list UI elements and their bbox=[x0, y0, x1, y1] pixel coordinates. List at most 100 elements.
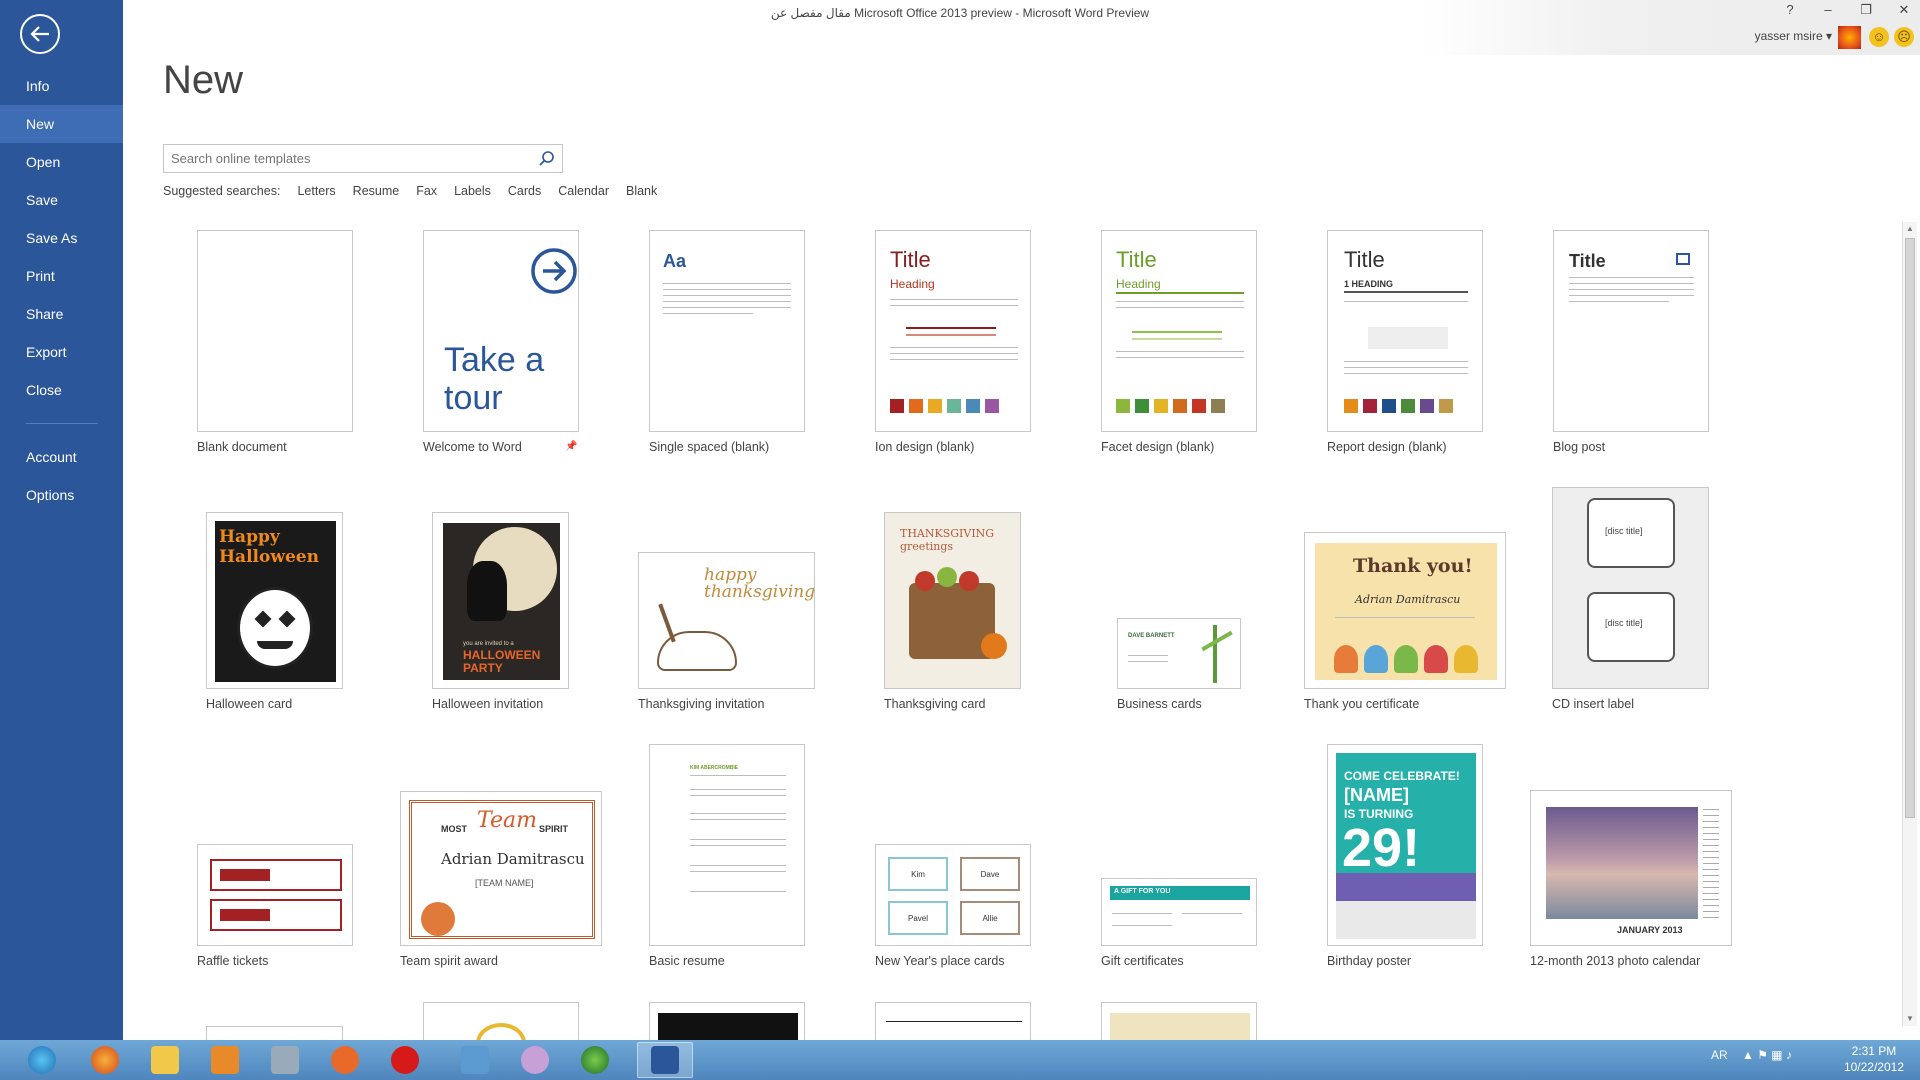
minimize-button[interactable]: – bbox=[1820, 2, 1836, 18]
birthday-come: COME CELEBRATE! bbox=[1344, 769, 1460, 783]
place-card-name: Kim bbox=[911, 869, 925, 879]
system-clock[interactable]: 2:31 PM 10/22/2012 bbox=[1844, 1043, 1904, 1075]
vertical-scrollbar[interactable]: ▲ ▼ bbox=[1902, 222, 1917, 1026]
template-label: New Year's place cards bbox=[875, 954, 1005, 968]
back-arrow-icon[interactable] bbox=[20, 14, 60, 54]
nav-options[interactable]: Options bbox=[0, 476, 123, 514]
place-card-name: Allie bbox=[982, 913, 998, 923]
halloween-text: Happy Halloween bbox=[219, 527, 319, 567]
internet-explorer-icon[interactable] bbox=[14, 1042, 70, 1078]
nav-info[interactable]: Info bbox=[0, 67, 123, 105]
template-thumbnail: Thank you! Adrian Damitrascu bbox=[1304, 532, 1506, 689]
clock-time: 2:31 PM bbox=[1851, 1044, 1897, 1058]
suggest-cards[interactable]: Cards bbox=[508, 184, 541, 198]
scroll-up-icon[interactable]: ▲ bbox=[1905, 223, 1915, 235]
suggested-label: Suggested searches: bbox=[163, 184, 281, 198]
globe-icon[interactable] bbox=[567, 1042, 623, 1078]
record-icon[interactable] bbox=[317, 1042, 373, 1078]
suggest-resume[interactable]: Resume bbox=[353, 184, 400, 198]
send-frown-icon[interactable]: ☹ bbox=[1894, 27, 1914, 47]
template-thumbnail: COME CELEBRATE! [NAME] IS TURNING 29! bbox=[1327, 744, 1483, 946]
invite-text-2: HALLOWEEN PARTY bbox=[463, 648, 541, 675]
nav-account[interactable]: Account bbox=[0, 438, 123, 476]
pin-icon[interactable]: 📌 bbox=[565, 441, 577, 452]
nav-open[interactable]: Open bbox=[0, 143, 123, 181]
search-icon[interactable] bbox=[538, 150, 556, 168]
template-thumbnail-partial[interactable] bbox=[649, 1002, 805, 1040]
tour-text: Take a tour bbox=[444, 341, 545, 417]
media-player-icon[interactable] bbox=[197, 1042, 253, 1078]
award-name: Adrian Damitrascu bbox=[441, 850, 585, 868]
nav-new[interactable]: New bbox=[0, 105, 123, 143]
firefox-icon[interactable] bbox=[77, 1042, 133, 1078]
disc-title-2: [disc title] bbox=[1605, 618, 1643, 628]
template-thumbnail: JANUARY 2013 bbox=[1530, 790, 1732, 946]
template-thumbnail-partial[interactable] bbox=[875, 1002, 1031, 1040]
calendar-month: JANUARY 2013 bbox=[1617, 925, 1683, 935]
template-thumbnail: Title 1 HEADING bbox=[1327, 230, 1483, 432]
template-search-box bbox=[163, 144, 563, 173]
file-explorer-icon[interactable] bbox=[137, 1042, 193, 1078]
nav-save[interactable]: Save bbox=[0, 181, 123, 219]
template-label: Thank you certificate bbox=[1304, 697, 1420, 711]
send-smile-icon[interactable]: ☺ bbox=[1869, 27, 1889, 47]
disc-title-1: [disc title] bbox=[1605, 526, 1643, 536]
business-card-name: DAVE BARNETT bbox=[1128, 633, 1175, 639]
template-thumbnail: DAVE BARNETT bbox=[1117, 618, 1241, 689]
template-label: Thanksgiving card bbox=[884, 697, 986, 711]
template-label: Gift certificates bbox=[1101, 954, 1184, 968]
template-thumbnail-partial[interactable] bbox=[206, 1026, 343, 1040]
resume-name: KIM ABERCROMBIE bbox=[690, 765, 739, 771]
template-thumbnail: happy thanksgiving bbox=[638, 552, 815, 689]
suggest-labels[interactable]: Labels bbox=[454, 184, 491, 198]
search-input[interactable] bbox=[164, 145, 524, 172]
opera-icon[interactable] bbox=[377, 1042, 433, 1078]
template-thumbnail-partial[interactable] bbox=[423, 1002, 579, 1040]
scroll-down-icon[interactable]: ▼ bbox=[1905, 1013, 1915, 1025]
nav-print[interactable]: Print bbox=[0, 257, 123, 295]
template-label: Team spirit award bbox=[400, 954, 498, 968]
avatar[interactable] bbox=[1838, 26, 1861, 49]
template-label: Birthday poster bbox=[1327, 954, 1412, 968]
nav-share[interactable]: Share bbox=[0, 295, 123, 333]
template-label: Blog post bbox=[1553, 440, 1606, 454]
close-button[interactable]: ✕ bbox=[1896, 2, 1912, 18]
template-thumbnail: Aa bbox=[649, 230, 805, 432]
blog-title: Title bbox=[1569, 251, 1606, 271]
template-label: Welcome to Word bbox=[423, 440, 522, 454]
nav-close[interactable]: Close bbox=[0, 371, 123, 409]
award-team-name: [TEAM NAME] bbox=[475, 878, 534, 888]
input-language[interactable]: AR bbox=[1711, 1048, 1728, 1062]
template-thumbnail bbox=[197, 844, 353, 946]
template-thumbnail: MOST Team SPIRIT Adrian Damitrascu [TEAM… bbox=[400, 791, 602, 946]
scrollbar-thumb[interactable] bbox=[1905, 238, 1915, 818]
thank-you-title: Thank you! bbox=[1353, 555, 1473, 577]
word-icon[interactable] bbox=[637, 1042, 693, 1078]
template-label: Halloween card bbox=[206, 697, 293, 711]
restore-button[interactable]: ❐ bbox=[1858, 2, 1874, 18]
birthday-name: [NAME] bbox=[1344, 785, 1409, 805]
user-name[interactable]: yasser msire ▾ bbox=[1755, 29, 1832, 43]
template-label: Business cards bbox=[1117, 697, 1202, 711]
suggest-letters[interactable]: Letters bbox=[297, 184, 335, 198]
help-button[interactable]: ? bbox=[1782, 2, 1798, 18]
place-card-name: Pavel bbox=[907, 913, 928, 923]
nav-export[interactable]: Export bbox=[0, 333, 123, 371]
page-title: New bbox=[163, 58, 244, 102]
paint-icon[interactable] bbox=[507, 1042, 563, 1078]
tray-icons[interactable]: ▲ ⚑ ▦ ♪ bbox=[1742, 1048, 1792, 1062]
template-thumbnail: Take a tour bbox=[423, 230, 579, 432]
template-label: Basic resume bbox=[649, 954, 725, 968]
system-monitor-icon[interactable] bbox=[257, 1042, 313, 1078]
template-thumbnail: A GIFT FOR YOU bbox=[1101, 878, 1257, 946]
award-spirit: SPIRIT bbox=[539, 824, 569, 834]
image-viewer-icon[interactable] bbox=[447, 1042, 503, 1078]
taskbar bbox=[0, 1040, 1920, 1080]
suggest-calendar[interactable]: Calendar bbox=[558, 184, 609, 198]
template-label: Report design (blank) bbox=[1327, 440, 1447, 454]
template-thumbnail-partial[interactable] bbox=[1101, 1002, 1257, 1040]
report-heading: 1 HEADING bbox=[1344, 279, 1394, 289]
suggest-blank[interactable]: Blank bbox=[626, 184, 657, 198]
suggest-fax[interactable]: Fax bbox=[416, 184, 437, 198]
nav-save-as[interactable]: Save As bbox=[0, 219, 123, 257]
